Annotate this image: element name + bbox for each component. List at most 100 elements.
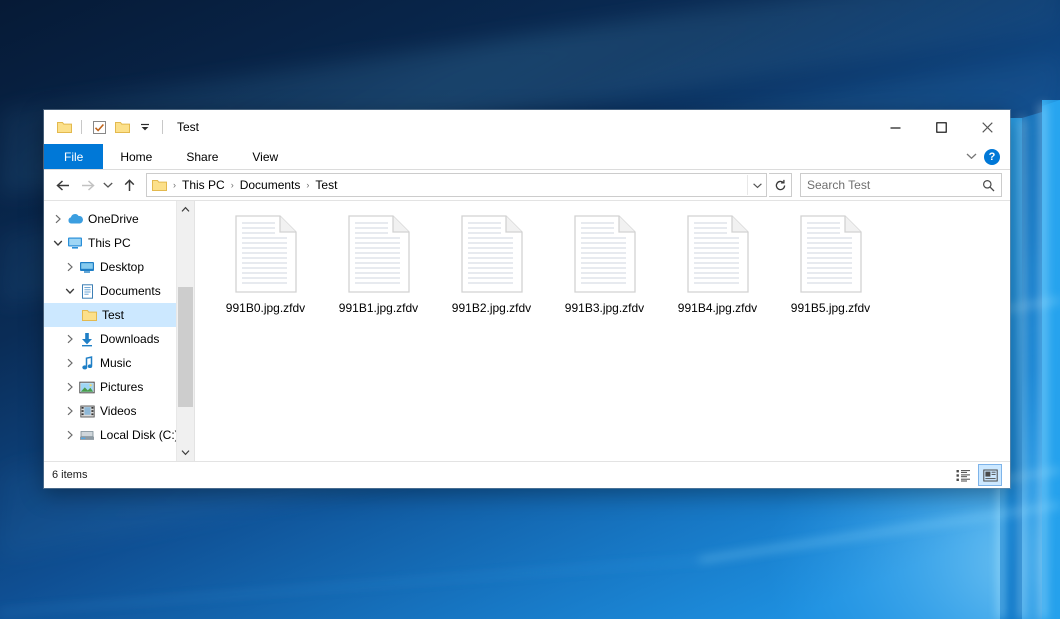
search-icon[interactable] — [982, 179, 1001, 192]
nav-item-test[interactable]: Test — [44, 303, 194, 327]
window-title: Test — [177, 120, 199, 134]
nav-item-documents-label: Documents — [100, 284, 161, 298]
large-icons-view-button[interactable] — [978, 464, 1002, 486]
file-name-label: 991B4.jpg.zfdv — [678, 301, 757, 315]
chevron-right-icon[interactable] — [62, 259, 78, 275]
breadcrumb-documents[interactable]: Documents — [237, 178, 304, 192]
search-box[interactable] — [800, 173, 1002, 197]
maximize-button[interactable] — [918, 110, 964, 144]
breadcrumb-this-pc[interactable]: This PC — [179, 178, 228, 192]
file-list-pane[interactable]: 991B0.jpg.zfdv — [194, 201, 1010, 461]
customize-dropdown-icon[interactable] — [135, 117, 155, 137]
nav-item-videos-label: Videos — [100, 404, 136, 418]
minimize-button[interactable] — [872, 110, 918, 144]
breadcrumb-test[interactable]: Test — [312, 178, 340, 192]
generic-document-icon — [346, 215, 412, 297]
view-mode-buttons — [951, 464, 1002, 486]
window-controls — [872, 110, 1010, 144]
address-bar[interactable]: › This PC › Documents › Test — [146, 173, 767, 197]
navigation-bar: › This PC › Documents › Test — [44, 170, 1010, 200]
chevron-right-icon[interactable] — [62, 355, 78, 371]
cloud-icon — [66, 211, 84, 227]
file-item[interactable]: 991B1.jpg.zfdv — [322, 211, 435, 335]
file-item[interactable]: 991B3.jpg.zfdv — [548, 211, 661, 335]
generic-document-icon — [685, 215, 751, 297]
back-button[interactable] — [52, 174, 74, 196]
nav-item-test-label: Test — [102, 308, 124, 322]
item-count-label: 6 items — [52, 469, 87, 481]
new-folder-icon[interactable] — [112, 117, 132, 137]
chevron-down-icon[interactable] — [50, 235, 66, 251]
breadcrumb-separator-2: › — [303, 180, 312, 190]
chevron-right-icon[interactable] — [62, 379, 78, 395]
chevron-right-icon[interactable] — [62, 331, 78, 347]
file-name-label: 991B5.jpg.zfdv — [791, 301, 870, 315]
nav-item-downloads-label: Downloads — [100, 332, 159, 346]
close-button[interactable] — [964, 110, 1010, 144]
nav-item-music[interactable]: Music — [44, 351, 194, 375]
pictures-icon — [78, 379, 96, 395]
tab-file-label: File — [64, 150, 83, 164]
up-button[interactable] — [118, 174, 140, 196]
scrollbar-thumb[interactable] — [178, 287, 193, 407]
details-view-button[interactable] — [951, 464, 975, 486]
generic-document-icon — [798, 215, 864, 297]
help-icon-label: ? — [989, 151, 996, 163]
chevron-right-icon[interactable] — [50, 211, 66, 227]
nav-item-pictures[interactable]: Pictures — [44, 375, 194, 399]
nav-item-onedrive[interactable]: OneDrive — [44, 207, 194, 231]
tab-home[interactable]: Home — [103, 144, 169, 169]
desktop-icon — [78, 259, 96, 275]
properties-icon[interactable] — [89, 117, 109, 137]
nav-item-pictures-label: Pictures — [100, 380, 143, 394]
file-explorer-window: Test — [44, 110, 1010, 488]
file-item[interactable]: 991B2.jpg.zfdv — [435, 211, 548, 335]
chevron-right-icon[interactable] — [62, 403, 78, 419]
file-item[interactable]: 991B4.jpg.zfdv — [661, 211, 774, 335]
nav-item-videos[interactable]: Videos — [44, 399, 194, 423]
status-bar: 6 items — [44, 461, 1010, 488]
folder-icon — [80, 307, 98, 323]
ribbon-right-controls: ? — [965, 144, 1006, 169]
help-icon[interactable]: ? — [984, 149, 1000, 165]
scroll-up-icon[interactable] — [177, 201, 194, 218]
file-name-label: 991B1.jpg.zfdv — [339, 301, 418, 315]
address-dropdown-icon[interactable] — [747, 175, 766, 195]
ribbon-tab-strip: File Home Share View ? — [44, 144, 1010, 170]
file-name-label: 991B2.jpg.zfdv — [452, 301, 531, 315]
nav-item-local-disk-c-label: Local Disk (C:) — [100, 428, 179, 442]
tab-share[interactable]: Share — [169, 144, 235, 169]
nav-item-local-disk-c[interactable]: Local Disk (C:) — [44, 423, 194, 447]
breadcrumb-separator-0: › — [170, 180, 179, 190]
tab-view-label: View — [252, 150, 278, 164]
generic-document-icon — [233, 215, 299, 297]
recent-locations-button[interactable] — [100, 174, 116, 196]
forward-button[interactable] — [76, 174, 98, 196]
generic-document-icon — [459, 215, 525, 297]
qat-separator-2 — [162, 120, 163, 134]
file-item[interactable]: 991B5.jpg.zfdv — [774, 211, 887, 335]
file-item[interactable]: 991B0.jpg.zfdv — [209, 211, 322, 335]
chevron-down-icon[interactable] — [62, 283, 78, 299]
folder-icon[interactable] — [54, 117, 74, 137]
navigation-pane-scrollbar[interactable] — [176, 201, 194, 461]
nav-item-this-pc[interactable]: This PC — [44, 231, 194, 255]
music-note-icon — [78, 355, 96, 371]
chevron-down-icon[interactable] — [965, 148, 978, 166]
window-body: OneDrive This PC — [44, 200, 1010, 461]
refresh-button[interactable] — [769, 173, 792, 197]
nav-item-downloads[interactable]: Downloads — [44, 327, 194, 351]
nav-item-desktop[interactable]: Desktop — [44, 255, 194, 279]
tab-file[interactable]: File — [44, 144, 103, 169]
scroll-down-icon[interactable] — [177, 444, 194, 461]
search-input[interactable] — [801, 178, 982, 192]
nav-item-documents[interactable]: Documents — [44, 279, 194, 303]
navigation-pane: OneDrive This PC — [44, 201, 194, 461]
nav-item-onedrive-label: OneDrive — [88, 212, 139, 226]
chevron-right-icon[interactable] — [62, 427, 78, 443]
generic-document-icon — [572, 215, 638, 297]
hard-drive-icon — [78, 427, 96, 443]
tab-view[interactable]: View — [235, 144, 295, 169]
quick-access-toolbar — [44, 117, 167, 137]
tab-share-label: Share — [186, 150, 218, 164]
